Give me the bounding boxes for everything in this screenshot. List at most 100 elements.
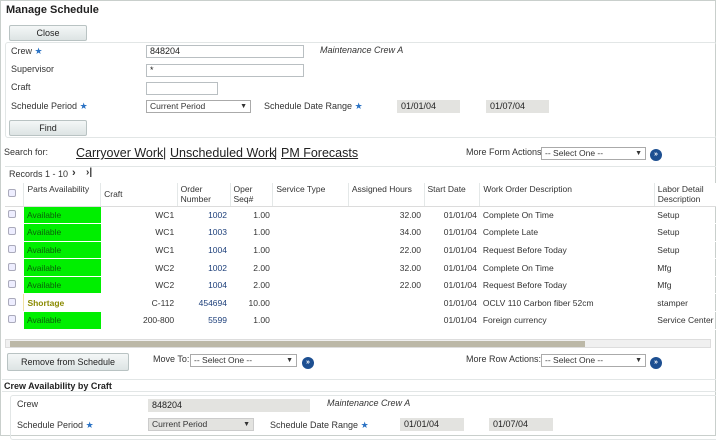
cell-parts: Available <box>23 311 101 330</box>
go-icon[interactable]: » <box>302 357 314 369</box>
cell-service <box>272 258 349 277</box>
cell-order: 1004 <box>177 276 230 295</box>
cell-hours: 22.00 <box>348 276 425 295</box>
link-unscheduled-work[interactable]: Unscheduled Work <box>170 146 275 160</box>
col-order[interactable]: Order Number <box>177 183 231 207</box>
link-pm-forecasts[interactable]: PM Forecasts <box>281 146 358 160</box>
col-service-type[interactable]: Service Type <box>272 183 349 207</box>
cell-craft: WC1 <box>100 206 178 225</box>
cell-service <box>272 311 349 330</box>
schedule-period-value: Current Period <box>150 101 206 111</box>
col-assigned-hours[interactable]: Assigned Hours <box>348 183 425 207</box>
col-labor-description[interactable]: Labor Detail Description <box>654 183 716 207</box>
link-text[interactable]: Unscheduled Work <box>170 146 275 160</box>
schedule-period-label-text: Schedule Period <box>11 101 78 111</box>
cell-seq: 1.00 <box>230 206 273 225</box>
last-page-icon[interactable]: ›| <box>86 167 92 178</box>
col-craft[interactable]: Craft <box>100 183 178 207</box>
cell-parts: Available <box>23 258 101 277</box>
find-button[interactable]: Find <box>9 120 87 136</box>
cell-desc: Complete On Time <box>479 206 655 225</box>
cell-order: 454694 <box>177 293 230 313</box>
separator: | <box>163 146 167 160</box>
cell-hours: 32.00 <box>348 206 425 225</box>
search-form <box>5 42 716 138</box>
craft-label: Craft <box>11 82 31 92</box>
cell-service <box>272 293 349 313</box>
cell-service <box>272 223 349 242</box>
cell-parts: Available <box>23 241 101 260</box>
cell-service <box>272 206 349 225</box>
close-button[interactable]: Close <box>9 25 87 41</box>
cell-craft: WC1 <box>100 241 178 260</box>
table-row[interactable]: Available 200-800 5599 1.00 01/01/04 Foreign … <box>5 311 716 330</box>
schedule-period-select[interactable]: Current Period ▼ <box>148 418 254 431</box>
schedule-table: Parts Availability Craft Order Number Op… <box>5 183 716 330</box>
cell-seq: 1.00 <box>230 311 273 330</box>
cell-order: 1003 <box>177 223 230 242</box>
cell-seq: 10.00 <box>230 293 273 313</box>
more-row-actions-select[interactable]: -- Select One -- ▼ <box>541 354 646 367</box>
link-text[interactable]: Carryover Work <box>76 146 163 160</box>
supervisor-label: Supervisor <box>11 64 55 74</box>
cell-service <box>272 276 349 295</box>
craft-input[interactable] <box>146 82 218 95</box>
go-icon[interactable]: » <box>650 149 662 161</box>
select-value: -- Select One -- <box>545 355 604 365</box>
row-checkbox[interactable] <box>5 311 24 330</box>
col-parts[interactable]: Parts Availability <box>23 183 102 207</box>
link-text[interactable]: PM Forecasts <box>281 146 358 160</box>
cell-order: 1002 <box>177 258 230 277</box>
table-row[interactable]: Available WC2 1004 2.00 22.00 01/01/04 Request… <box>5 276 716 295</box>
table-row[interactable]: Available WC2 1002 2.00 32.00 01/01/04 Complet… <box>5 258 716 277</box>
supervisor-input[interactable]: * <box>146 64 304 77</box>
more-form-actions-select[interactable]: -- Select One -- ▼ <box>541 147 646 160</box>
cell-start: 01/01/04 <box>424 293 480 313</box>
go-icon[interactable]: » <box>650 357 662 369</box>
date-from-field: 01/01/04 <box>397 100 460 113</box>
row-checkbox[interactable] <box>5 223 24 242</box>
label-text: Schedule Date Range <box>270 420 359 430</box>
cell-desc: Request Before Today <box>479 276 655 295</box>
crew-input[interactable]: 848204 <box>146 45 304 58</box>
schedule-period-select[interactable]: Current Period ▼ <box>146 100 251 113</box>
date-to-field: 01/07/04 <box>489 418 553 431</box>
cell-start: 01/01/04 <box>424 206 480 225</box>
date-to-field: 01/07/04 <box>486 100 549 113</box>
cell-desc: Request Before Today <box>479 241 655 260</box>
cell-seq: 1.00 <box>230 223 273 242</box>
row-checkbox[interactable] <box>5 241 24 260</box>
row-checkbox[interactable] <box>5 276 24 295</box>
col-oper-seq[interactable]: Oper Seq# <box>230 183 274 207</box>
cell-desc: Foreign currency <box>479 311 655 330</box>
label-text: Schedule Period <box>17 420 84 430</box>
cell-desc: OCLV 110 Carbon fiber 52cm <box>479 293 655 313</box>
cell-labor: Setup <box>654 223 716 242</box>
select-value: -- Select One -- <box>545 148 604 158</box>
table-row[interactable]: Available WC1 1004 1.00 22.00 01/01/04 Request… <box>5 241 716 260</box>
table-row[interactable]: Shortage C-112 454694 10.00 01/01/04 OCLV 110… <box>5 293 716 313</box>
scrollbar-thumb[interactable] <box>10 341 585 347</box>
col-wo-description[interactable]: Work Order Description <box>479 183 655 207</box>
row-checkbox[interactable] <box>5 293 24 313</box>
cell-labor: Mfg <box>654 258 716 277</box>
separator: | <box>274 146 278 160</box>
table-row[interactable]: Available WC1 1003 1.00 34.00 01/01/04 Complet… <box>5 223 716 242</box>
table-row[interactable]: Available WC1 1002 1.00 32.00 01/01/04 Complet… <box>5 206 716 225</box>
row-checkbox[interactable] <box>5 258 24 277</box>
cell-desc: Complete Late <box>479 223 655 242</box>
cell-hours: 32.00 <box>348 258 425 277</box>
dropdown-arrow-icon: ▼ <box>635 150 642 157</box>
remove-from-schedule-button[interactable]: Remove from Schedule <box>7 353 129 371</box>
next-page-icon[interactable]: › <box>72 167 76 179</box>
cell-labor: Setup <box>654 206 716 225</box>
move-to-select[interactable]: -- Select One -- ▼ <box>190 354 297 367</box>
link-carryover-work[interactable]: Carryover Work <box>76 146 163 160</box>
horizontal-scrollbar[interactable] <box>5 339 711 348</box>
dropdown-arrow-icon: ▼ <box>240 103 247 110</box>
crew-label: Crew ★ <box>11 46 43 57</box>
row-checkbox[interactable] <box>5 206 24 225</box>
select-all-checkbox[interactable] <box>5 183 25 207</box>
crew-name: Maintenance Crew A <box>327 398 411 408</box>
col-start-date[interactable]: Start Date <box>424 183 481 207</box>
